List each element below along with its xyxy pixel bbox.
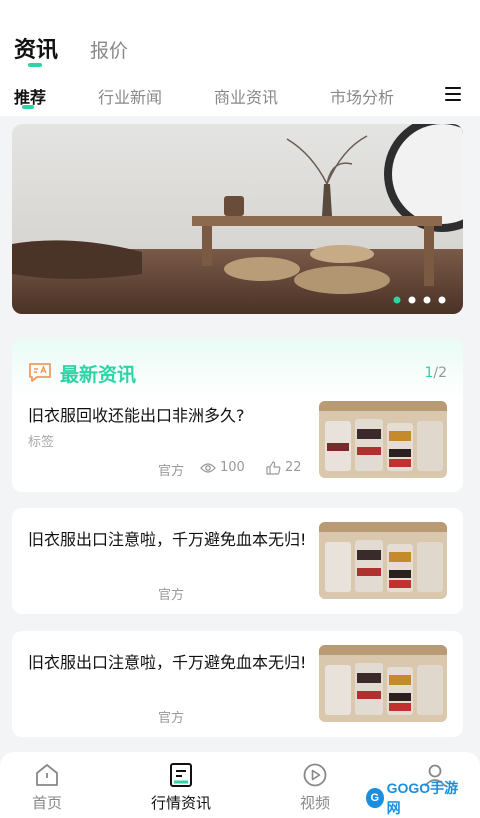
nav-market-news[interactable]: 行情资讯 (136, 762, 226, 813)
article-thumbnail[interactable] (319, 645, 447, 722)
home-icon (36, 764, 58, 786)
likes-count[interactable]: 22 (266, 460, 302, 475)
views-count: 100 (200, 460, 245, 475)
menu-icon[interactable] (445, 87, 461, 101)
news-item-title[interactable]: 旧衣服回收还能出口非洲多久? (28, 402, 318, 426)
tab-quotes[interactable]: 报价 (90, 36, 128, 63)
views-value: 100 (220, 460, 245, 475)
eye-icon (200, 462, 216, 473)
news-item-source: 官方 (158, 464, 185, 479)
nav-market-news-label: 行情资讯 (150, 794, 211, 812)
category-bar: 推荐 行业新闻 商业资讯 市场分析 (0, 72, 480, 116)
article-title[interactable]: 旧衣服出口注意啦，千万避免血本无归! (28, 649, 318, 673)
pager-total: /2 (433, 365, 447, 381)
nav-video[interactable]: 视频 (270, 762, 360, 813)
category-business-news[interactable]: 商业资讯 (214, 84, 278, 108)
watermark-logo: G GOGO手游网 (366, 780, 462, 816)
video-icon (303, 763, 327, 787)
article-card[interactable]: 旧衣服出口注意啦，千万避免血本无归! 官方 (12, 508, 463, 614)
nav-video-label: 视频 (299, 794, 330, 812)
tab-active-indicator (28, 63, 42, 67)
article-source: 官方 (158, 711, 185, 726)
category-industry-news[interactable]: 行业新闻 (98, 84, 162, 108)
thumbs-up-icon (266, 460, 281, 475)
top-tab-bar: 资讯 报价 (0, 0, 480, 72)
article-thumbnail[interactable] (319, 522, 447, 599)
article-title[interactable]: 旧衣服出口注意啦，千万避免血本无归! (28, 526, 318, 550)
news-item-tag: 标签 (28, 435, 55, 450)
tab-news[interactable]: 资讯 (14, 32, 58, 64)
news-item-thumbnail[interactable] (319, 401, 447, 478)
latest-news-card: 最新资讯 1/2 旧衣服回收还能出口非洲多久? 标签 官方 100 22 (12, 338, 463, 492)
watermark-text: GOGO手游网 (386, 780, 459, 816)
latest-news-title: 最新资讯 (60, 364, 137, 386)
banner-image (12, 124, 463, 314)
article-source: 官方 (158, 588, 185, 603)
nav-home[interactable]: 首页 (2, 762, 92, 813)
banner-carousel[interactable] (12, 124, 463, 314)
news-icon (170, 763, 192, 787)
likes-value: 22 (285, 460, 302, 475)
category-market-analysis[interactable]: 市场分析 (330, 84, 394, 108)
news-pager: 1/2 (424, 365, 447, 381)
category-active-indicator (22, 105, 34, 109)
news-chat-icon (29, 363, 51, 382)
watermark-mark: G (366, 788, 384, 808)
nav-home-label: 首页 (31, 794, 62, 812)
article-card[interactable]: 旧衣服出口注意啦，千万避免血本无归! 官方 (12, 631, 463, 737)
